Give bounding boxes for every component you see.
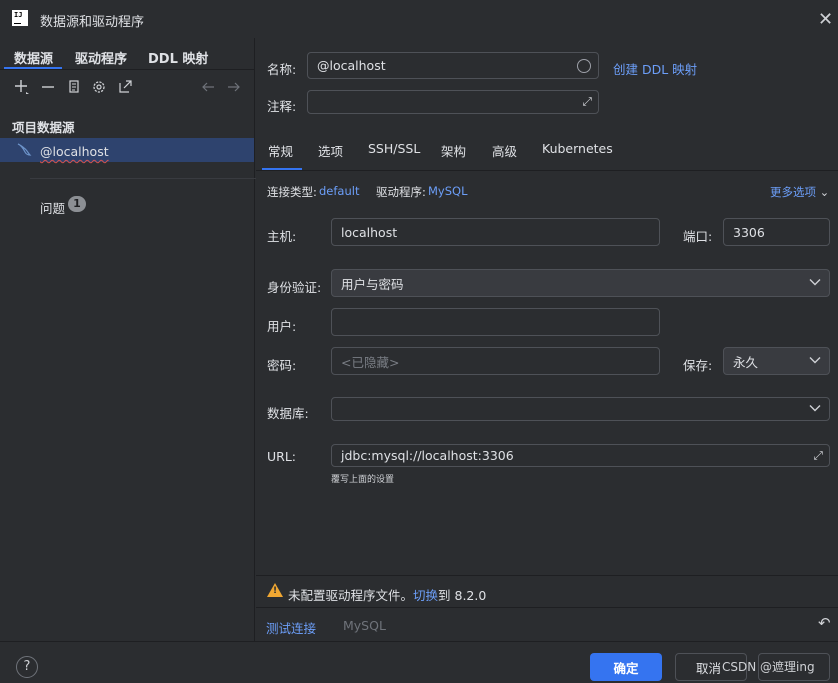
chevron-down-icon	[809, 355, 821, 368]
back-arrow-icon[interactable]	[200, 78, 216, 100]
user-field[interactable]	[331, 308, 660, 336]
add-icon[interactable]	[13, 78, 31, 100]
tree-item-label[interactable]: @localhost	[40, 144, 109, 159]
window-title: 数据源和驱动程序	[40, 15, 145, 30]
password-field[interactable]: <已隐藏>	[331, 347, 660, 375]
tab-options[interactable]: 选项	[318, 141, 343, 160]
port-field[interactable]: 3306	[723, 218, 830, 246]
tab-ddl-mappings[interactable]: DDL 映射	[148, 48, 208, 67]
expand-icon[interactable]: ⤢	[813, 448, 823, 463]
warning-text: 未配置驱动程序文件。切换到 8.2.0	[288, 588, 487, 603]
copy-icon[interactable]	[66, 78, 82, 100]
driver-label: 驱动程序:	[376, 185, 426, 199]
chevron-down-icon	[809, 403, 821, 416]
test-connection-link[interactable]: 测试连接	[266, 618, 316, 637]
auth-select[interactable]: 用户与密码	[331, 269, 830, 297]
expand-icon[interactable]: ⤢	[582, 95, 592, 110]
tab-drivers[interactable]: 驱动程序	[75, 48, 127, 67]
driver-link[interactable]: MySQL	[428, 184, 468, 198]
project-data-sources-heading: 项目数据源	[12, 120, 75, 135]
close-icon[interactable]: ✕	[818, 9, 833, 30]
url-hint: 覆写上面的设置	[331, 475, 395, 485]
url-label: URL:	[267, 449, 297, 464]
comment-field[interactable]: ⤢	[307, 90, 599, 114]
name-field[interactable]: @localhost	[307, 52, 599, 79]
connection-type-label: 连接类型:	[267, 185, 317, 199]
save-label: 保存:	[683, 358, 713, 373]
tab-data-sources[interactable]: 数据源	[14, 48, 53, 67]
chevron-down-icon	[809, 277, 821, 290]
chevron-down-icon: ⌄	[819, 185, 830, 199]
host-label: 主机:	[267, 229, 297, 244]
open-external-icon[interactable]	[117, 78, 133, 100]
remove-icon[interactable]	[40, 78, 56, 100]
driver-name-label: MySQL	[343, 618, 386, 633]
connection-type-link[interactable]: default	[319, 184, 359, 198]
tree-item-localhost[interactable]	[0, 138, 254, 162]
more-options-link[interactable]: 更多选项 ⌄	[770, 184, 829, 200]
url-field[interactable]: jdbc:mysql://localhost:3306 ⤢	[331, 444, 830, 467]
help-icon[interactable]: ?	[16, 656, 38, 678]
tab-general[interactable]: 常规	[268, 141, 293, 160]
mysql-dolphin-icon	[16, 142, 32, 160]
user-label: 用户:	[267, 319, 297, 334]
watermark-text: CSDN @遮理ing	[722, 660, 815, 674]
tabs-divider	[0, 69, 255, 70]
problems-count-badge: 1	[68, 196, 86, 212]
switch-driver-link[interactable]: 切换	[413, 588, 438, 603]
database-label: 数据库:	[267, 406, 309, 421]
settings-icon[interactable]	[91, 78, 107, 100]
tab-schemas[interactable]: 架构	[441, 141, 466, 160]
comment-label: 注释:	[267, 99, 297, 114]
app-logo-icon: IJ	[12, 10, 28, 26]
revert-icon[interactable]: ↶	[818, 614, 831, 632]
host-field[interactable]: localhost	[331, 218, 660, 246]
auth-label: 身份验证:	[267, 280, 322, 295]
color-circle-icon[interactable]	[577, 58, 591, 73]
forward-arrow-icon[interactable]	[226, 78, 242, 100]
warning-mark: !	[273, 586, 278, 596]
divider	[30, 178, 270, 179]
port-label: 端口:	[683, 229, 713, 244]
database-select[interactable]	[331, 397, 830, 421]
tab-advanced[interactable]: 高级	[492, 141, 517, 160]
save-select[interactable]: 永久	[723, 347, 830, 375]
create-ddl-mapping-link[interactable]: 创建 DDL 映射	[613, 59, 697, 78]
tab-ssh-ssl[interactable]: SSH/SSL	[368, 141, 420, 156]
ok-button[interactable]: 确定	[590, 653, 662, 681]
problems-label[interactable]: 问题	[40, 198, 65, 217]
password-label: 密码:	[267, 358, 297, 373]
name-label: 名称:	[267, 62, 297, 77]
tab-kubernetes[interactable]: Kubernetes	[542, 141, 613, 156]
